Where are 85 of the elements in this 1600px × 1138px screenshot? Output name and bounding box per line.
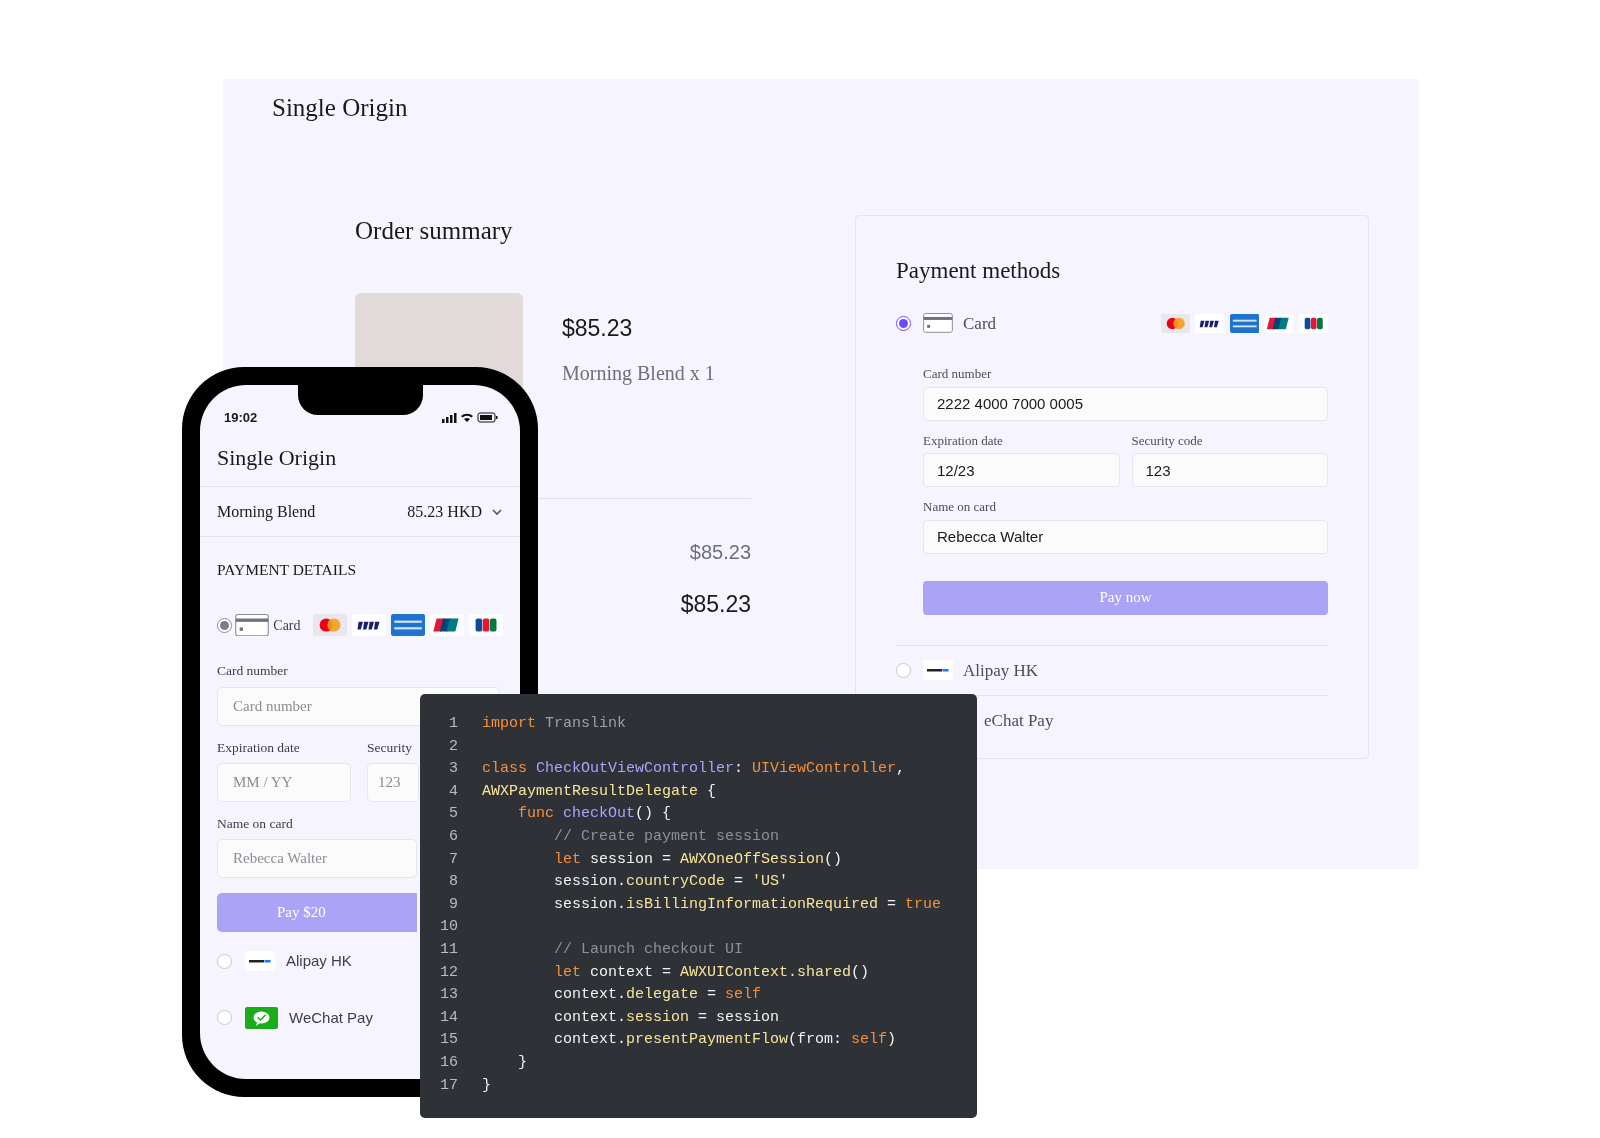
line-number: 8 (448, 872, 458, 893)
product-amount: 85.23 HKD (407, 501, 482, 522)
code-line: // Launch checkout UI (553, 940, 744, 960)
radio-button[interactable] (217, 953, 232, 969)
field-label: Name on card (923, 498, 997, 516)
field-label: Card number (923, 365, 993, 383)
method-label[interactable]: Card (273, 614, 301, 636)
status-time: 19:02 (224, 408, 258, 427)
alipay-icon (245, 951, 275, 972)
visa-icon (1195, 313, 1225, 333)
card-icon (923, 313, 953, 334)
line-number: 12 (439, 962, 458, 983)
line-number: 16 (439, 1052, 458, 1073)
amex-icon (390, 614, 425, 637)
input-field[interactable]: 12/23 (923, 453, 1120, 487)
method-label[interactable]: Card (963, 310, 997, 336)
amex-icon (1229, 313, 1260, 333)
status-icons (442, 412, 498, 423)
code-line: let context = AWXUIContext.shared() (553, 962, 870, 983)
card-icon (235, 614, 270, 637)
mastercard-icon (312, 614, 347, 637)
method-label[interactable]: Alipay HK (963, 657, 1039, 683)
line-number: 3 (448, 759, 458, 780)
line-number: 14 (439, 1007, 458, 1028)
section-title: Payment methods (896, 257, 1062, 285)
code-line: } (517, 1052, 527, 1073)
line-number: 9 (448, 894, 458, 915)
input-field[interactable]: 123 (1131, 453, 1328, 487)
jcb-icon (1298, 313, 1328, 333)
visa-icon (351, 614, 386, 637)
radio-button[interactable] (896, 315, 911, 331)
code-line: session.countryCode = 'US' (553, 872, 789, 893)
input-field[interactable]: 2222 4000 7000 0005 (923, 386, 1328, 421)
input-field[interactable]: Rebecca Walter (217, 839, 417, 879)
line-number: 15 (439, 1030, 458, 1051)
method-label[interactable]: eChat Pay (984, 708, 1054, 734)
code-line: session.isBillingInformationRequired = true (553, 894, 942, 915)
code-line: } (482, 1075, 491, 1096)
method-label[interactable]: WeChat Pay (289, 1006, 373, 1030)
code-line: AWXPaymentResultDelegate { (482, 781, 717, 802)
line-number: 13 (439, 985, 458, 1006)
input-field[interactable]: MM / YY (217, 762, 351, 802)
radio-button[interactable] (217, 617, 232, 633)
section-title: Order summary (355, 216, 514, 246)
alipay-icon (923, 660, 953, 681)
radio-button[interactable] (896, 662, 911, 678)
field-label: Expiration date (923, 431, 1004, 450)
field-label: Security code (1131, 431, 1204, 450)
brand-name: Single Origin (217, 445, 337, 470)
input-field[interactable]: Rebecca Walter (923, 519, 1328, 554)
item-name: Morning Blend x 1 (562, 360, 715, 387)
code-line: // Create payment session (553, 827, 780, 847)
line-number: 17 (439, 1075, 458, 1096)
product-name: Morning Blend (217, 501, 316, 523)
unionpay-icon (429, 614, 464, 637)
code-line: func checkOut() { (517, 804, 672, 825)
code-line: let session = AWXOneOffSession() (553, 849, 843, 870)
line-number: 5 (448, 804, 458, 825)
code-line: class CheckOutViewController: UIViewController, (482, 759, 906, 780)
brand-name: Single Origin (272, 94, 408, 121)
total-amount: $85.23 (680, 590, 751, 619)
subtotal-amount: $85.23 (689, 540, 751, 565)
field-label: Card number (217, 662, 289, 681)
code-line: context.delegate = self (553, 985, 762, 1006)
line-number: 2 (448, 736, 458, 757)
field-label: Security (367, 738, 413, 757)
wechat-icon (245, 1006, 278, 1029)
jcb-icon (468, 614, 503, 637)
line-number: 4 (448, 781, 458, 802)
code-line: context.presentPaymentFlow(from: self) (553, 1030, 897, 1051)
line-number: 7 (448, 849, 458, 870)
input-field[interactable]: 123 (367, 762, 419, 802)
section-title: PAYMENT DETAILS (217, 561, 356, 578)
radio-button[interactable] (217, 1010, 232, 1026)
mastercard-icon (1160, 313, 1191, 333)
chevron-down-icon[interactable] (491, 507, 503, 516)
code-line: context.session = session (553, 1007, 780, 1028)
item-price: $85.23 (562, 314, 634, 343)
field-label: Name on card (217, 814, 294, 833)
method-label[interactable]: Alipay HK (286, 950, 352, 973)
field-label: Expiration date (217, 738, 301, 757)
unionpay-icon (1264, 313, 1294, 333)
line-number: 6 (448, 827, 458, 847)
line-number: 11 (439, 940, 458, 960)
line-number: 10 (439, 917, 458, 938)
